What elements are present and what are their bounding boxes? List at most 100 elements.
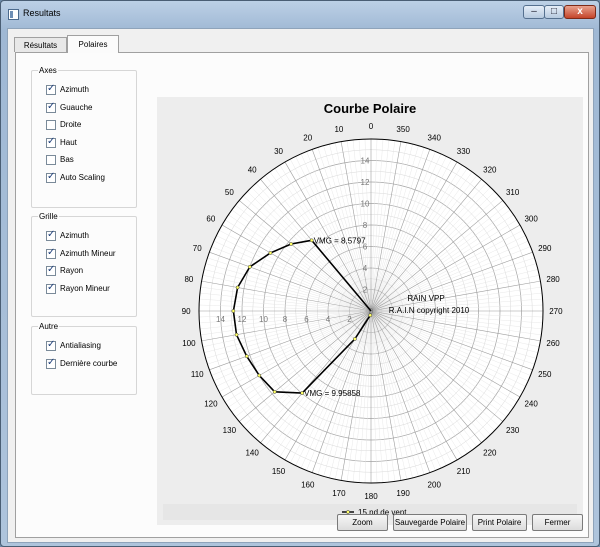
checkbox-label: Auto Scaling [60,172,105,182]
data-point [231,309,236,313]
angle-tick-label: 130 [223,426,237,435]
angle-tick-label: 140 [245,449,259,458]
angle-tick-label: 60 [206,215,215,224]
check-icon: ✓ [47,170,56,182]
angle-tick-label: 290 [538,244,552,253]
data-point [368,313,373,318]
checkbox-label: Azimuth [60,231,89,240]
checkbox-box[interactable]: ✓ [46,264,56,276]
angle-tick-label: 200 [428,481,442,490]
angle-tick-label: 10 [334,125,343,134]
vmg-annotation: VMG = 9.95858 [304,389,361,398]
angle-tick-label: 250 [538,370,552,379]
tab-resultats[interactable]: Résultats [14,37,67,52]
zoom-button[interactable]: Zoom [337,514,388,531]
save-polar-button[interactable]: Sauvegarde Polaire [393,514,467,531]
angle-tick-label: 110 [191,370,204,379]
radial-tick-label: 14 [216,315,225,324]
angle-tick-label: 0 [369,122,374,131]
close-icon: x [577,6,583,17]
radial-tick-label: 12 [238,315,247,324]
radial-tick-label: 2 [363,286,368,295]
angle-tick-label: 180 [364,492,378,501]
print-polar-button[interactable]: Print Polaire [472,514,527,531]
check-icon: ✓ [47,281,56,293]
check-icon: ✓ [47,246,56,258]
radial-tick-label: 8 [283,315,288,324]
polaires-pane: Axes ✓ Azimuth ✓ Guauche Droite ✓ Haut Bas ✓ Auto… [15,52,589,538]
angle-tick-label: 170 [332,489,346,498]
data-point [234,332,239,337]
radial-tick-label: 12 [361,178,370,187]
polar-chart: Courbe Polaire 0 10 20 30 40 50 60 70 80 90 100 110… [157,97,583,525]
angle-tick-label: 40 [248,165,257,174]
data-point [235,285,240,290]
angle-tick-label: 270 [549,307,563,316]
radial-tick-label: 6 [304,315,309,324]
checkbox-box[interactable]: ✓ [46,83,56,95]
checkbox-box[interactable]: ✓ [46,356,56,369]
angle-tick-label: 120 [204,399,218,408]
checkbox-label: Haut [60,137,77,147]
angle-tick-label: 70 [193,244,202,253]
radial-tick-label: 4 [363,264,368,273]
checkbox-box[interactable]: ✓ [46,170,56,183]
checkbox-box[interactable] [46,155,56,165]
angle-tick-label: 330 [457,147,471,156]
client-area: Résultats Polaires Axes ✓ Azimuth ✓ Guauche… [7,28,594,543]
axes-group-title: Axes [38,66,58,75]
checkbox-box[interactable] [46,120,56,130]
tab-polaires[interactable]: Polaires [67,35,119,53]
data-point [247,265,252,269]
checkbox-box[interactable]: ✓ [46,135,56,148]
angle-tick-label: 310 [506,188,520,197]
close-window-button[interactable]: x [564,5,596,19]
data-point [289,242,293,246]
close-button[interactable]: Fermer [532,514,583,531]
check-icon: ✓ [47,339,56,350]
grille-group: Grille ✓ Azimuth ✓ Azimuth Mineur ✓ Rayon ✓ Ray… [31,212,137,317]
angle-tick-label: 280 [546,275,560,284]
check-icon: ✓ [47,356,56,368]
data-point [268,251,273,255]
polar-chart-svg: 0 10 20 30 40 50 60 70 80 90 100 110 120 130 140 150 160… [163,122,577,520]
window: Resultats – □ x Résultats Polaires Axes … [0,0,600,547]
checkbox-box[interactable]: ✓ [46,229,56,241]
checkbox-label: Rayon Mineur [60,283,110,293]
data-point [353,337,357,341]
check-icon: ✓ [47,229,56,240]
angle-tick-label: 50 [225,188,234,197]
angle-tick-label: 340 [428,133,442,142]
autre-group: Autre ✓ Antialiasing ✓ Dernière courbe [31,322,137,395]
angle-tick-label: 150 [272,467,286,476]
data-point [272,389,277,394]
checkbox-label: Dernière courbe [60,358,118,368]
checkbox-box[interactable]: ✓ [46,281,56,294]
app-icon [8,9,19,20]
angle-tick-label: 220 [483,449,497,458]
angle-tick-label: 350 [396,125,410,134]
axes-group: Axes ✓ Azimuth ✓ Guauche Droite ✓ Haut Bas ✓ Auto… [31,66,137,208]
check-icon: ✓ [47,135,56,147]
data-point [244,354,249,359]
radial-tick-label: 2 [347,315,352,324]
checkbox-box[interactable]: ✓ [46,339,56,351]
maximize-button[interactable]: □ [544,5,564,19]
watermark-line: R.A.I.N copyright 2010 [389,306,470,315]
check-icon: ✓ [47,83,56,94]
checkbox-label: Azimuth Mineur [60,248,116,258]
vmg-annotation: VMG = 8.5797 [314,236,366,245]
angle-tick-label: 260 [546,339,560,348]
angle-tick-label: 210 [457,467,471,476]
data-point [257,373,262,378]
angle-tick-label: 240 [524,399,538,408]
checkbox-box[interactable]: ✓ [46,246,56,259]
minimize-icon: – [531,6,537,17]
checkbox-label: Guauche [60,102,93,112]
check-icon: ✓ [47,264,56,275]
check-icon: ✓ [47,100,56,112]
minimize-button[interactable]: – [523,5,545,19]
angle-tick-label: 300 [524,215,538,224]
title-bar[interactable]: Resultats – □ x [1,1,599,27]
checkbox-box[interactable]: ✓ [46,100,56,113]
